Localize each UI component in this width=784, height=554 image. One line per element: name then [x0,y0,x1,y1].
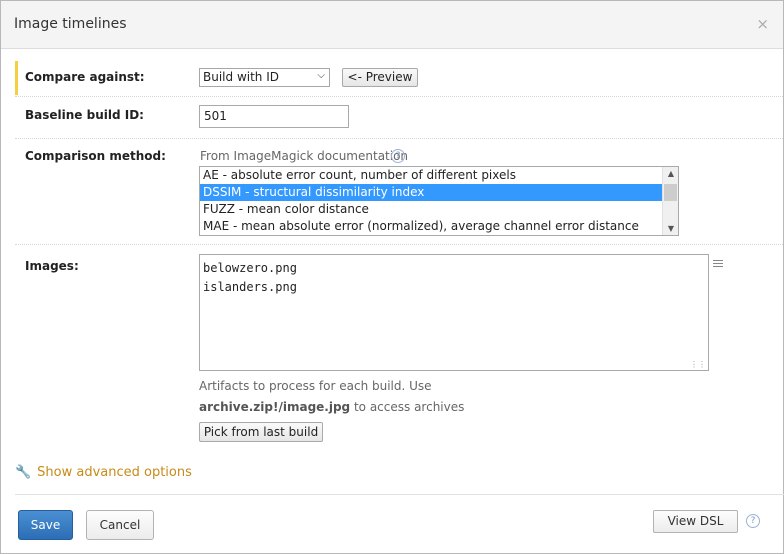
comparison-method-hint: From ImageMagick documentation [200,149,409,163]
cancel-button[interactable]: Cancel [86,510,154,540]
textarea-line: islanders.png [203,280,297,294]
dialog-title: Image timelines [14,16,127,32]
compare-against-select[interactable]: Build with ID ⌵ [199,68,330,87]
baseline-build-id-input[interactable]: 501 [199,105,349,128]
show-advanced-options-link[interactable]: 🔧 Show advanced options [15,465,192,480]
resize-grip-icon[interactable]: ⋮⋮ [690,361,706,369]
images-help-text-2: archive.zip!/image.jpg to access archive… [199,400,464,414]
compare-against-value: Build with ID [203,70,279,84]
help-icon[interactable]: ? [391,149,405,163]
images-textarea[interactable]: belowzero.png islanders.png ⋮⋮ [199,254,709,371]
scroll-up-icon[interactable]: ▲ [663,169,678,178]
compare-against-label: Compare against: [25,70,145,84]
divider [15,244,784,245]
textarea-line: belowzero.png [203,261,297,275]
baseline-build-id-label: Baseline build ID: [25,108,144,122]
comparison-method-listbox[interactable]: AE - absolute error count, number of dif… [199,166,679,236]
pick-from-last-build-button[interactable]: Pick from last build [199,422,323,442]
listbox-option[interactable]: MAE - mean absolute error (normalized), … [200,218,662,235]
divider [15,96,784,97]
listbox-scrollbar[interactable]: ▲ ▼ [662,167,678,235]
dialog-header: Image timelines × [1,1,783,49]
divider [15,138,784,139]
listbox-option[interactable]: AE - absolute error count, number of dif… [200,167,662,184]
preview-button[interactable]: <- Preview [342,68,418,87]
scrollbar-thumb[interactable] [664,184,677,201]
view-dsl-button[interactable]: View DSL [653,510,738,533]
help-icon[interactable]: ? [746,514,760,528]
listbox-option[interactable]: FUZZ - mean color distance [200,201,662,218]
images-label: Images: [25,259,79,273]
required-accent-bar [15,61,18,95]
image-timelines-dialog: Image timelines × Compare against: Build… [0,0,784,554]
comparison-method-label: Comparison method: [25,149,166,163]
wrench-icon: 🔧 [15,465,32,480]
archive-path-example: archive.zip!/image.jpg [199,400,351,414]
scroll-down-icon[interactable]: ▼ [663,224,678,233]
chevron-down-icon: ⌵ [317,70,325,81]
list-icon[interactable] [713,260,723,269]
show-advanced-options-label: Show advanced options [37,465,192,480]
save-button[interactable]: Save [18,510,73,540]
close-icon[interactable]: × [756,15,769,33]
footer-divider [15,494,784,495]
images-help-text: Artifacts to process for each build. Use [199,379,432,393]
images-help-suffix: to access archives [350,400,465,414]
listbox-option-selected[interactable]: DSSIM - structural dissimilarity index [200,184,662,201]
